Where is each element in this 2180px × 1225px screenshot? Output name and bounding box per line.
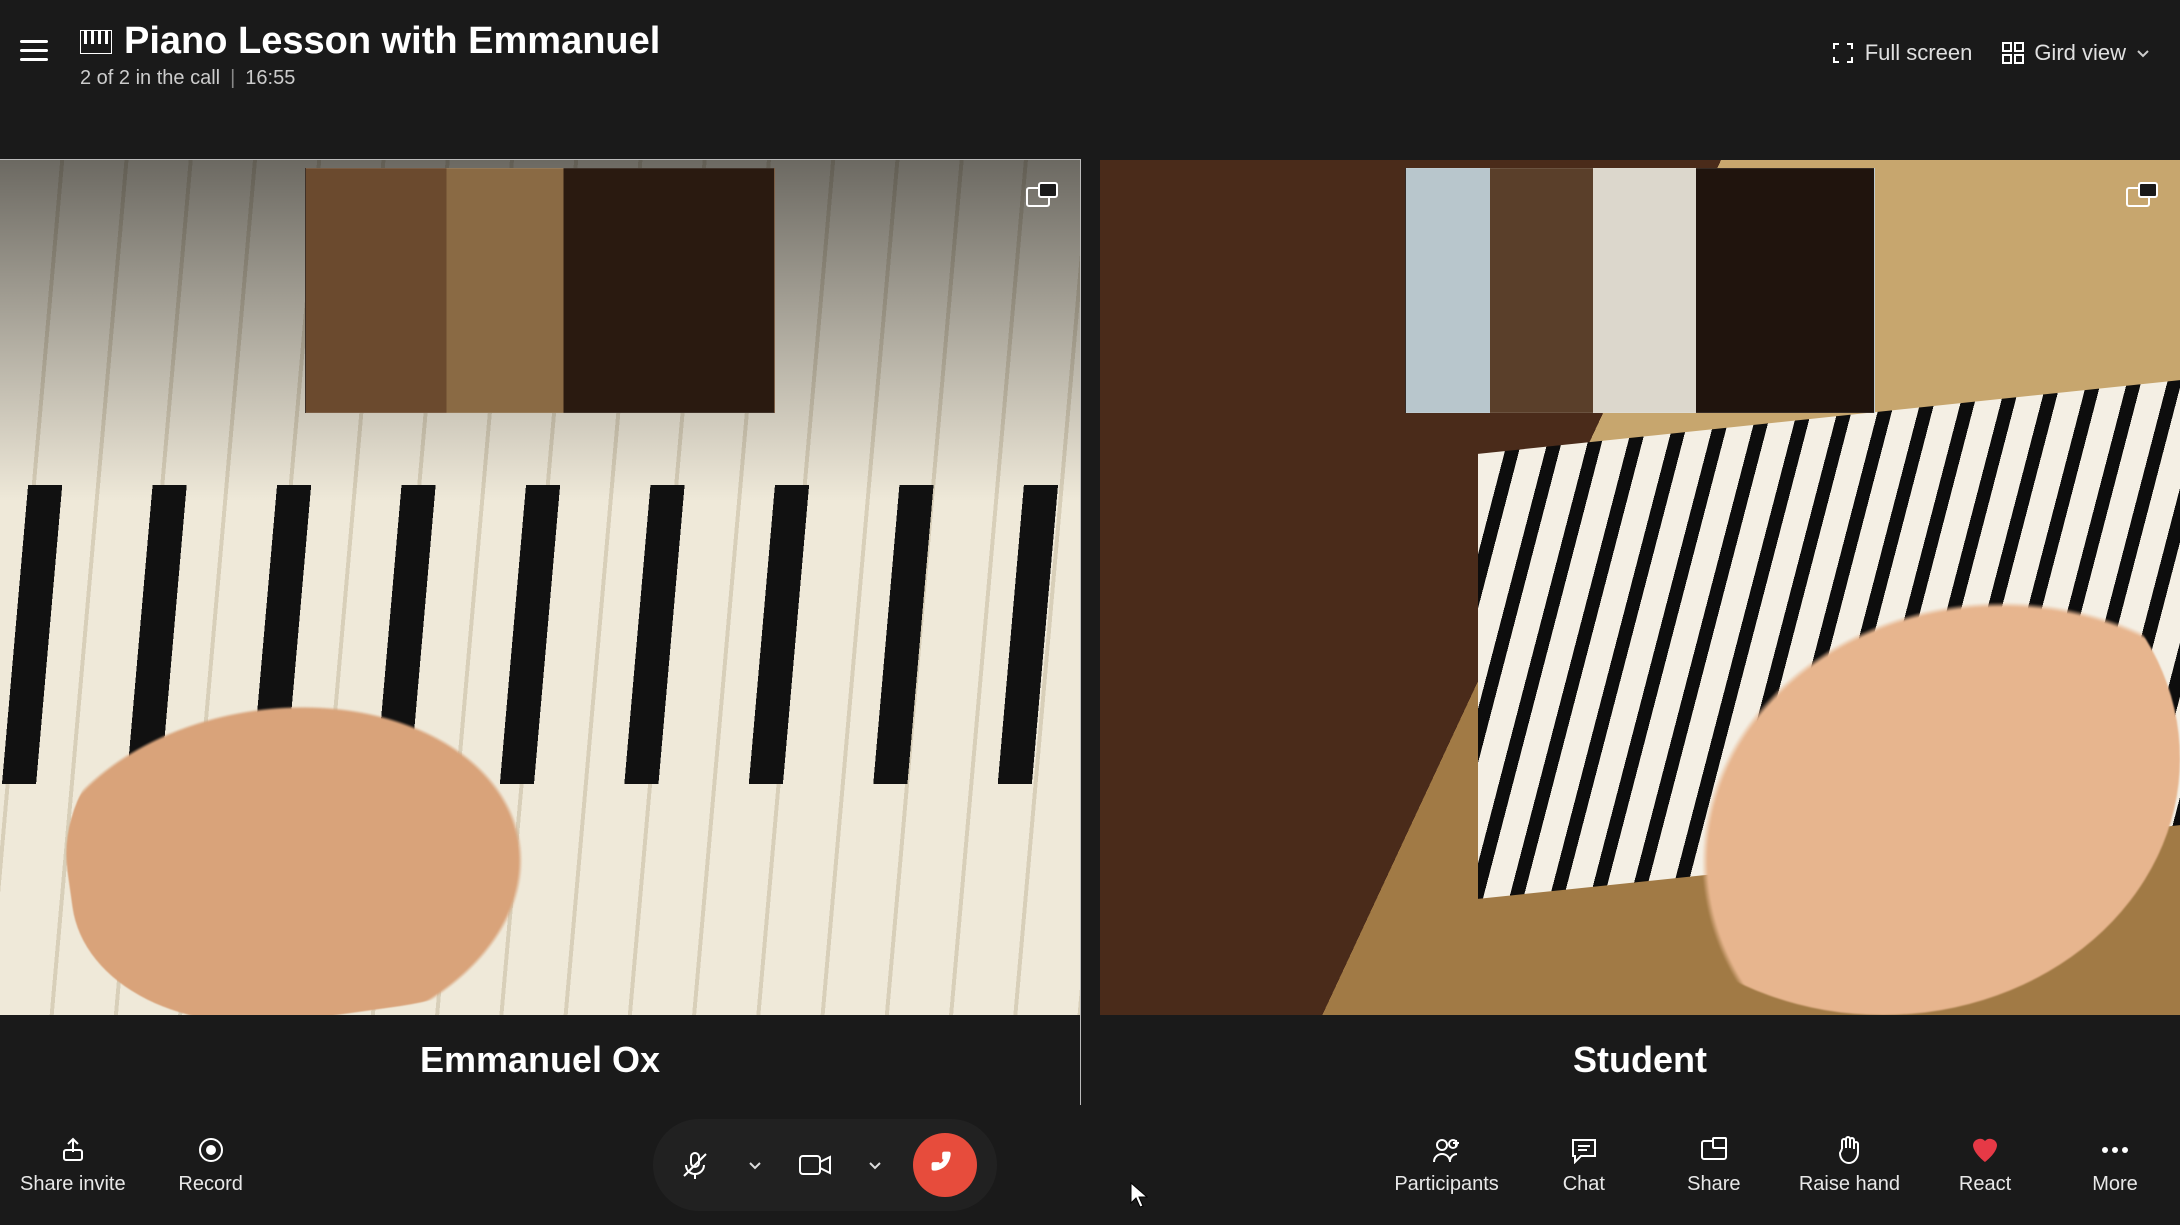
share-button[interactable]: Share (1669, 1135, 1759, 1196)
chevron-down-icon (2136, 46, 2150, 60)
raise-hand-icon (1834, 1135, 1864, 1165)
heart-icon (1970, 1135, 2000, 1165)
popout-button[interactable] (2124, 180, 2160, 216)
raise-hand-button[interactable]: Raise hand (1799, 1135, 1900, 1196)
more-icon (2100, 1135, 2130, 1165)
more-button[interactable]: More (2070, 1135, 2160, 1196)
menu-button[interactable] (20, 30, 60, 70)
toolbar-label: Share invite (20, 1173, 126, 1196)
grid-icon (2002, 42, 2024, 64)
video-icon (798, 1151, 832, 1179)
toolbar-label: Record (178, 1173, 242, 1196)
video-grid: Emmanuel Ox Student (0, 160, 2180, 1105)
mic-toggle-button[interactable] (673, 1143, 717, 1187)
record-icon (196, 1135, 226, 1165)
call-title: Piano Lesson with Emmanuel (124, 20, 660, 63)
toolbar-label: React (1959, 1173, 2011, 1196)
participants-button[interactable]: Participants (1394, 1135, 1499, 1196)
title-block: Piano Lesson with Emmanuel 2 of 2 in the… (80, 20, 660, 90)
fullscreen-button[interactable]: Full screen (1831, 40, 1973, 66)
toolbar-right: Participants Chat Share Raise hand React (1394, 1135, 2160, 1196)
hangup-button[interactable] (913, 1133, 977, 1197)
toolbar-label: Share (1687, 1173, 1740, 1196)
hangup-icon (927, 1147, 963, 1183)
share-invite-button[interactable]: Share invite (20, 1135, 126, 1196)
popout-button[interactable] (1024, 180, 1060, 216)
piano-icon (80, 30, 112, 54)
react-button[interactable]: React (1940, 1135, 2030, 1196)
center-controls (653, 1119, 997, 1211)
view-switch-button[interactable]: Gird view (2002, 40, 2150, 66)
chevron-down-icon (747, 1157, 763, 1173)
camera-options-button[interactable] (861, 1143, 889, 1187)
participant-name: Student (1100, 1015, 2180, 1105)
view-label: Gird view (2034, 40, 2126, 66)
video-placeholder-arm (1586, 502, 2180, 1015)
people-icon (1432, 1135, 1462, 1165)
video-main (0, 160, 1080, 1015)
screen-share-icon (1699, 1135, 1729, 1165)
video-tile-student[interactable]: Student (1100, 160, 2180, 1105)
call-duration: 16:55 (245, 67, 295, 90)
participant-name: Emmanuel Ox (0, 1015, 1080, 1105)
share-up-icon (58, 1135, 88, 1165)
toolbar-label: Participants (1394, 1173, 1499, 1196)
toolbar-label: Raise hand (1799, 1173, 1900, 1196)
call-toolbar: Share invite Record (0, 1105, 2180, 1225)
chat-icon (1569, 1135, 1599, 1165)
video-main (1100, 160, 2180, 1015)
fullscreen-label: Full screen (1865, 40, 1973, 66)
toolbar-left: Share invite Record (20, 1135, 256, 1196)
chat-button[interactable]: Chat (1539, 1135, 1629, 1196)
mic-off-icon (679, 1149, 711, 1181)
video-tile-emmanuel[interactable]: Emmanuel Ox (0, 160, 1080, 1105)
header: Piano Lesson with Emmanuel 2 of 2 in the… (0, 0, 2180, 110)
camera-toggle-button[interactable] (793, 1143, 837, 1187)
toolbar-label: More (2092, 1173, 2138, 1196)
separator: | (230, 67, 235, 90)
chevron-down-icon (867, 1157, 883, 1173)
record-button[interactable]: Record (166, 1135, 256, 1196)
participant-count: 2 of 2 in the call (80, 67, 220, 90)
fullscreen-icon (1831, 41, 1855, 65)
pip-camera[interactable] (1405, 168, 1875, 413)
pip-camera[interactable] (305, 168, 775, 413)
toolbar-label: Chat (1563, 1173, 1605, 1196)
mic-options-button[interactable] (741, 1143, 769, 1187)
